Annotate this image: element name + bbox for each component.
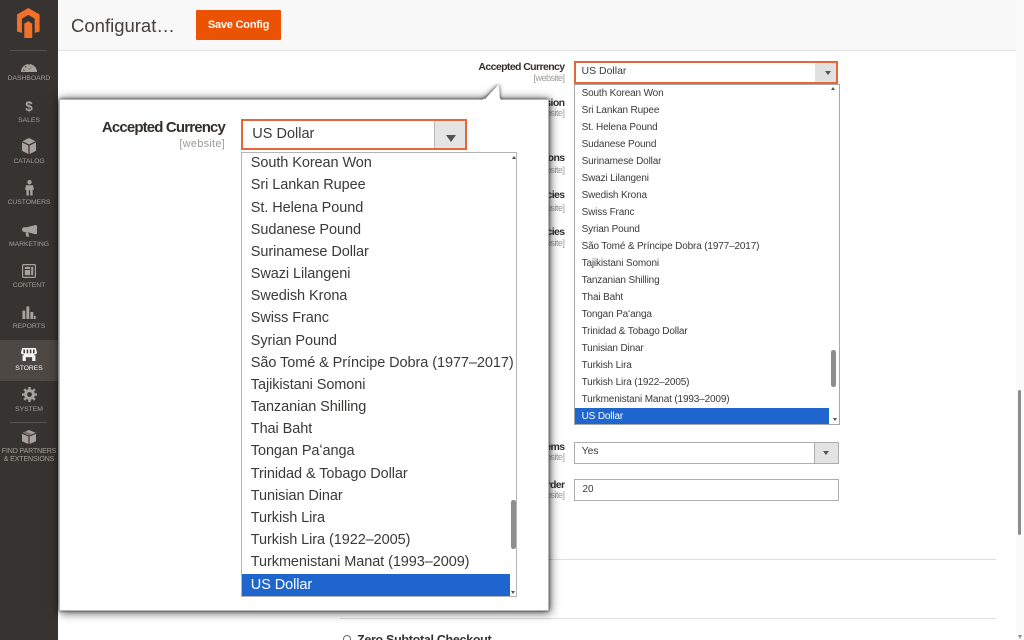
svg-text:$: $ (25, 99, 33, 113)
